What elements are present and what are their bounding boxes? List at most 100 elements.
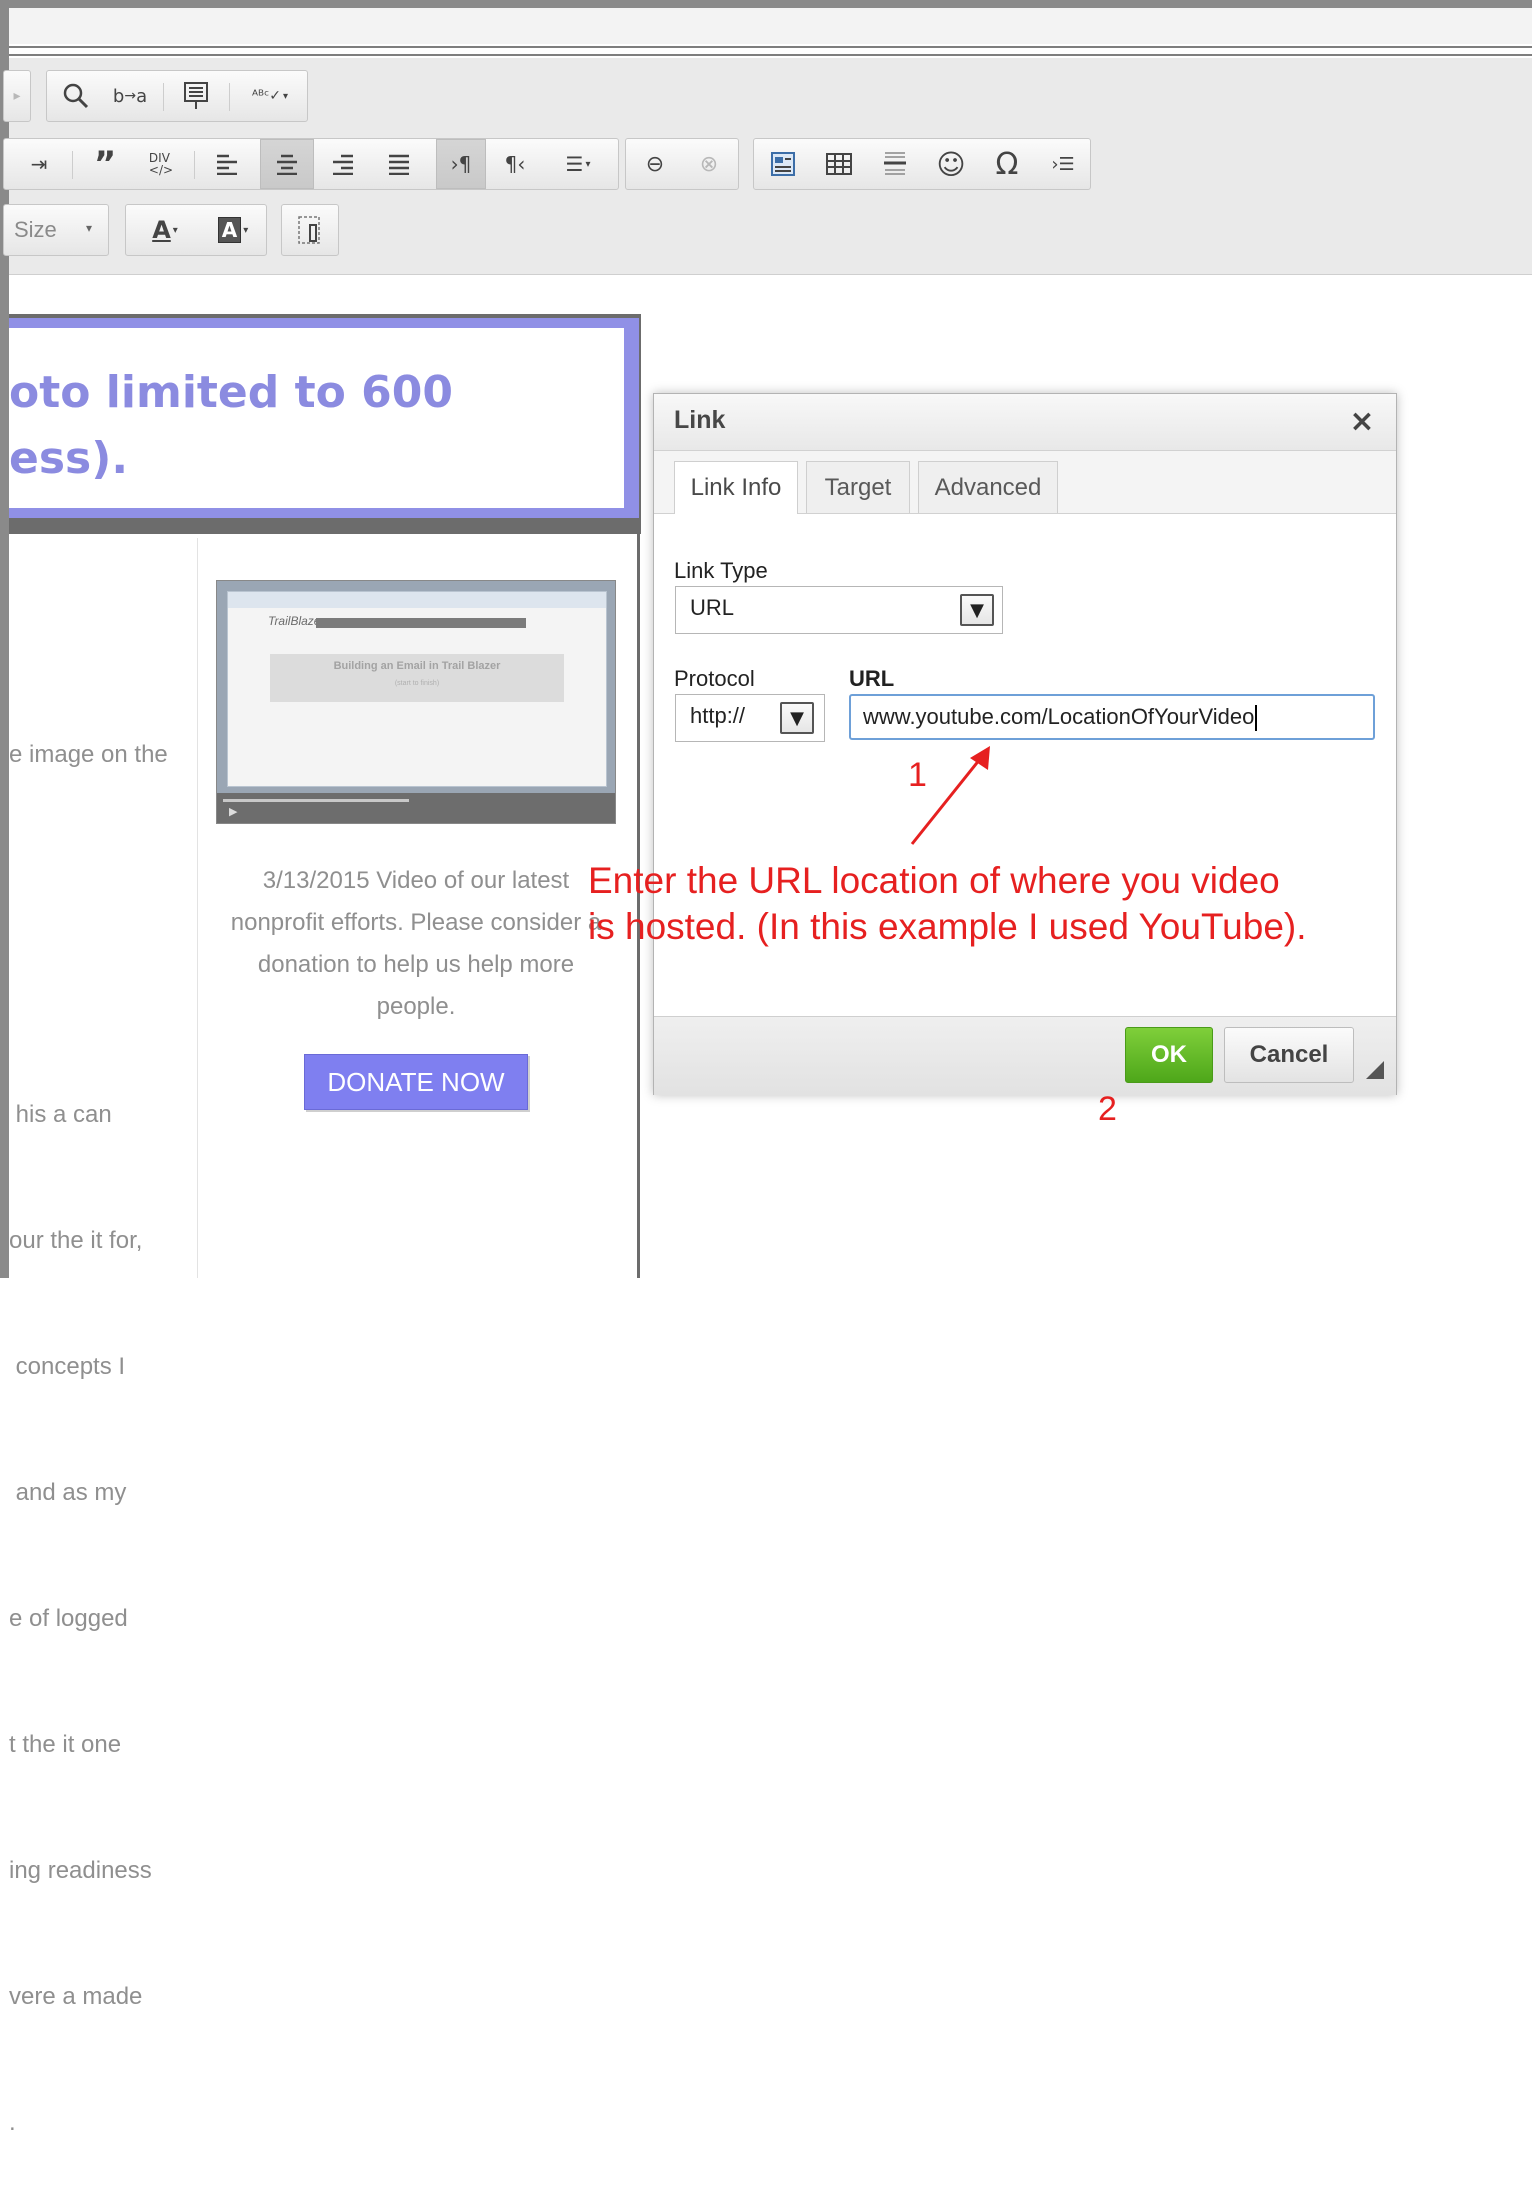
- align-right-icon[interactable]: [320, 139, 366, 189]
- toolbar-group-insert: ☺ Ω ›☰: [753, 138, 1091, 190]
- table-icon[interactable]: [816, 139, 862, 189]
- protocol-select[interactable]: http:// ▼: [675, 694, 825, 742]
- justify-icon[interactable]: [376, 139, 422, 189]
- protocol-value: http://: [690, 703, 746, 728]
- separator: [163, 83, 164, 111]
- dialog-header: Link ×: [654, 394, 1396, 451]
- annotation-arrow-icon: [910, 746, 990, 845]
- chevron-down-icon: ▼: [780, 702, 814, 734]
- thumbnail-screen: TrailBlazer Building an Email in Trail B…: [227, 591, 607, 787]
- link-type-select[interactable]: URL ▼: [675, 586, 1003, 634]
- annotation-instruction: Enter the URL location of where you vide…: [588, 858, 1307, 950]
- special-char-icon[interactable]: Ω: [984, 139, 1030, 189]
- annotation-line-1: Enter the URL location of where you vide…: [588, 860, 1280, 901]
- thumbnail-subtitle: (start to finish): [394, 680, 440, 687]
- toolbar-group-find: b → a ᴬᴮᶜ✓ ▾: [46, 70, 308, 122]
- donate-now-button[interactable]: DONATE NOW: [304, 1054, 528, 1110]
- replace-icon[interactable]: b → a: [107, 71, 153, 121]
- unlink-icon[interactable]: ⊗: [686, 139, 732, 189]
- thumbnail-browser-bar: [228, 592, 606, 608]
- thumbnail-nav: [316, 618, 526, 628]
- resize-handle-icon[interactable]: [1366, 1061, 1384, 1079]
- cancel-button[interactable]: Cancel: [1224, 1027, 1354, 1083]
- body-line: his a can: [9, 1101, 112, 1128]
- editor-toolbar: ▸ b → a ᴬᴮᶜ✓ ▾ ⇥ ” DIV </> ›¶ ¶‹ ☰ ▾ ⊖ ⊗…: [3, 58, 1532, 275]
- bg-color-glyph: A: [217, 217, 242, 243]
- video-progress-bar: [223, 799, 409, 802]
- create-div-icon[interactable]: DIV </>: [138, 139, 184, 189]
- window-frame-left: [0, 0, 9, 1278]
- tab-advanced[interactable]: Advanced: [918, 461, 1058, 513]
- toolbar-group-colors: A ▾ A ▾: [125, 204, 267, 256]
- font-size-combo[interactable]: Size ▾: [3, 204, 109, 256]
- align-center-icon[interactable]: [260, 139, 314, 189]
- language-icon[interactable]: ☰ ▾: [548, 139, 608, 189]
- dialog-tabs: Link Info Target Advanced: [654, 451, 1396, 514]
- image-icon[interactable]: [760, 139, 806, 189]
- rtl-icon[interactable]: ¶‹: [492, 139, 538, 189]
- dialog-title: Link: [674, 406, 726, 434]
- thumbnail-title-box: Building an Email in Trail Blazer (start…: [270, 654, 564, 702]
- annotation-step-2: 2: [1098, 1090, 1117, 1128]
- text-caret: [1255, 705, 1258, 732]
- close-icon[interactable]: ×: [1344, 404, 1380, 440]
- protocol-label: Protocol: [674, 666, 755, 691]
- tab-link-info[interactable]: Link Info: [674, 461, 798, 514]
- body-line: concepts I: [9, 1353, 126, 1380]
- body-text-column: e image on the his a can our the it for,…: [9, 650, 195, 2186]
- body-line: vere a made: [9, 1983, 143, 2010]
- find-icon[interactable]: [53, 71, 99, 121]
- ltr-icon[interactable]: ›¶: [436, 139, 486, 189]
- select-all-icon[interactable]: [173, 71, 219, 121]
- redo-icon[interactable]: ▸: [4, 71, 30, 121]
- blockquote-icon[interactable]: ”: [82, 139, 128, 189]
- thumbnail-title: Building an Email in Trail Blazer: [333, 660, 501, 672]
- body-line: our the it for,: [9, 1227, 143, 1254]
- show-blocks-icon[interactable]: [286, 205, 332, 255]
- separator: [194, 151, 195, 179]
- link-type-label: Link Type: [674, 558, 768, 583]
- link-icon[interactable]: ⊖: [632, 139, 678, 189]
- font-size-label: Size: [14, 217, 57, 242]
- title-bar: [9, 8, 1532, 44]
- align-left-icon[interactable]: [204, 139, 250, 189]
- toolbar-group-blocks: [281, 204, 339, 256]
- tab-target[interactable]: Target: [806, 461, 910, 513]
- url-input[interactable]: www.youtube.com/LocationOfYourVideo: [849, 694, 1375, 740]
- horizontal-rule-icon[interactable]: [872, 139, 918, 189]
- play-icon: ▶: [229, 806, 238, 818]
- background-color-icon[interactable]: A ▾: [202, 205, 264, 255]
- toolbar-group-paragraph: ⇥ ” DIV </> ›¶ ¶‹ ☰ ▾: [3, 138, 619, 190]
- toolbar-group-links: ⊖ ⊗: [625, 138, 739, 190]
- divider: [9, 54, 1532, 56]
- body-line: t the it one: [9, 1731, 122, 1758]
- video-thumbnail[interactable]: TrailBlazer Building an Email in Trail B…: [216, 580, 616, 824]
- page-break-icon[interactable]: ›☰: [1040, 139, 1086, 189]
- body-line: e image on the: [9, 741, 168, 768]
- indent-icon[interactable]: ⇥: [16, 139, 62, 189]
- banner-line-2: ess).: [9, 433, 129, 484]
- text-color-icon[interactable]: A ▾: [134, 205, 196, 255]
- video-caption: 3/13/2015 Video of our latest nonprofit …: [230, 867, 602, 1020]
- smiley-icon[interactable]: ☺: [928, 139, 974, 189]
- dialog-footer: OK Cancel: [654, 1016, 1396, 1095]
- url-label: URL: [849, 666, 895, 691]
- body-line: and as my: [9, 1479, 127, 1506]
- body-line: [9, 860, 195, 902]
- window-frame-top: [0, 0, 1532, 8]
- chevron-down-icon: ▾: [86, 221, 93, 235]
- toolbar-group-history: ▸: [3, 70, 31, 122]
- text-color-glyph: A: [152, 216, 171, 244]
- body-line: ing readiness: [9, 1857, 152, 1884]
- chevron-down-icon: ▼: [960, 594, 994, 626]
- body-line: e of logged: [9, 1605, 128, 1632]
- column-divider: [197, 538, 198, 1278]
- spellcheck-icon[interactable]: ᴬᴮᶜ✓ ▾: [239, 71, 301, 121]
- banner-heading: oto limited to 600 ess).: [9, 360, 453, 492]
- video-controls: ▶: [217, 793, 615, 823]
- divider: [9, 46, 1532, 48]
- link-dialog: Link × Link Info Target Advanced Link Ty…: [653, 393, 1397, 1095]
- annotation-line-2: is hosted. (In this example I used YouTu…: [588, 906, 1307, 947]
- ok-button[interactable]: OK: [1125, 1027, 1213, 1083]
- banner-line-1: oto limited to 600: [9, 367, 454, 418]
